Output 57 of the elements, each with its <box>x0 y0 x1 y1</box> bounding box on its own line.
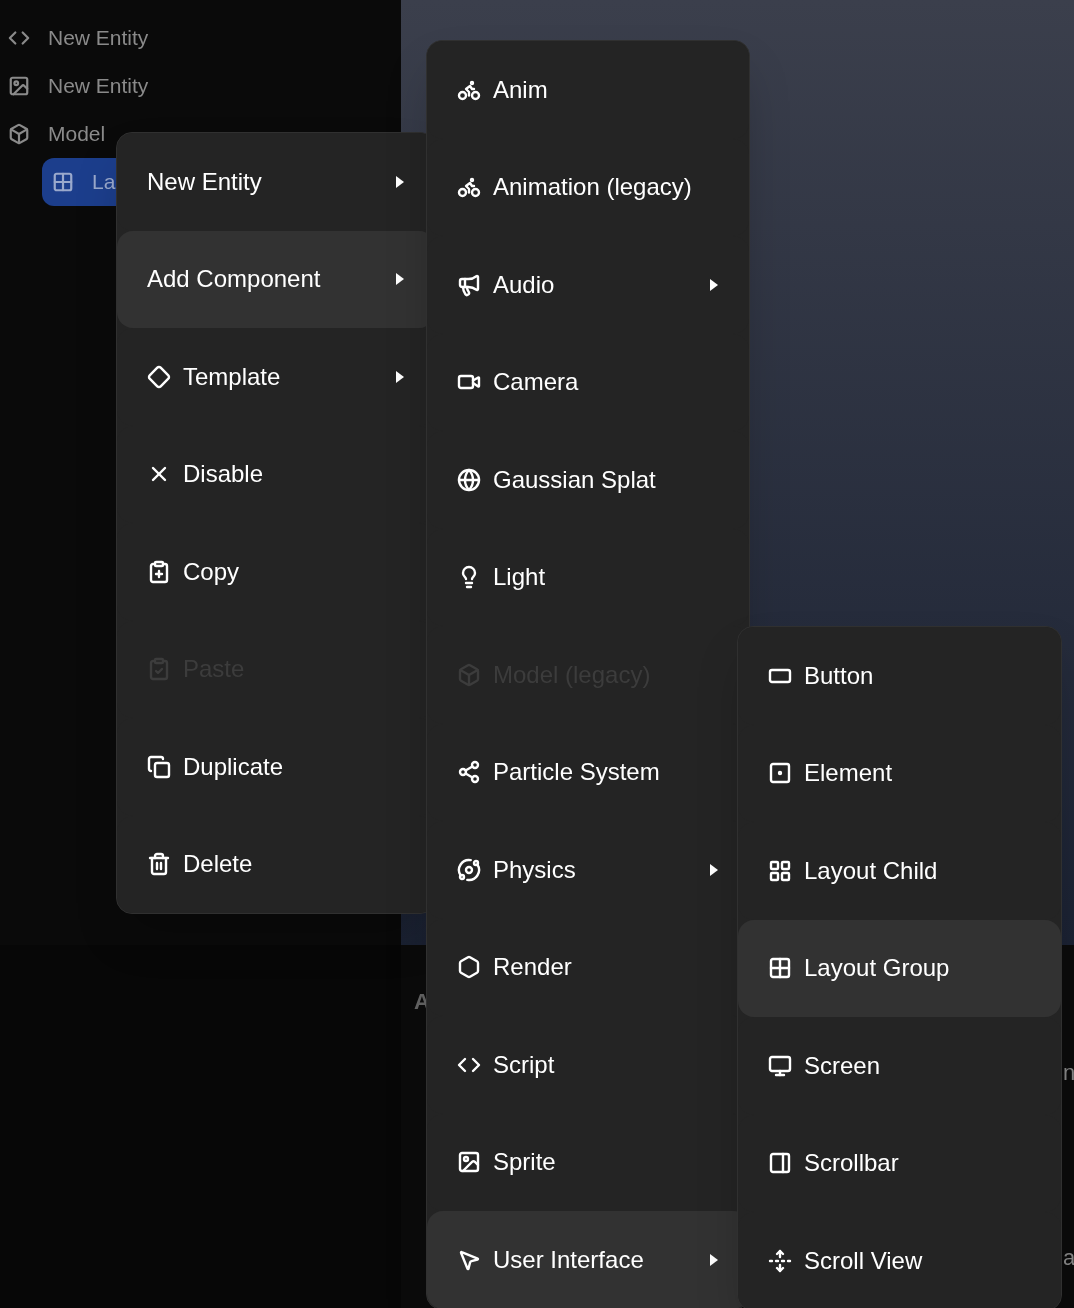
image-icon <box>8 75 30 97</box>
menu-item-label: Duplicate <box>183 751 285 782</box>
grid-icon <box>768 956 792 981</box>
orbit-icon <box>457 857 481 882</box>
particles-icon <box>457 760 481 785</box>
menu-item-label: Light <box>493 562 547 593</box>
grid-icon <box>52 171 74 193</box>
menu-item-label: Add Component <box>147 264 322 295</box>
menu-item-label: Physics <box>493 854 577 885</box>
caret-icon <box>709 277 719 292</box>
element-icon <box>768 761 792 786</box>
cube-icon <box>457 662 481 687</box>
tree-item[interactable]: New Entity <box>0 14 401 62</box>
menu-item-label: Audio <box>493 269 556 300</box>
menu-item-label: Delete <box>183 849 254 880</box>
menu-item-label: Disable <box>183 459 265 490</box>
menu-item-label: Particle System <box>493 757 661 788</box>
clipboard-check-icon <box>147 657 171 682</box>
scroll-view-icon <box>768 1248 792 1273</box>
duplicate-icon <box>147 754 171 779</box>
menu-item-label: Animation (legacy) <box>493 172 693 203</box>
menu-item-label: Scroll View <box>804 1245 924 1276</box>
caret-icon <box>395 369 405 384</box>
grid-icon <box>768 858 792 883</box>
trash-icon <box>147 852 171 877</box>
menu-item-label: Sprite <box>493 1147 557 1178</box>
menu-item-label: New Entity <box>147 166 263 197</box>
menu-item-label: Script <box>493 1049 556 1080</box>
caret-icon <box>395 272 405 287</box>
speaker-icon <box>457 272 481 297</box>
menu-item-label: Layout Group <box>804 953 951 984</box>
menu-item-label: User Interface <box>493 1244 645 1275</box>
menu-item-label: Screen <box>804 1050 882 1081</box>
panel-label: n <box>1063 1059 1074 1087</box>
globe-icon <box>457 467 481 492</box>
monitor-icon <box>768 1053 792 1078</box>
menu-item-label: Gaussian Splat <box>493 464 657 495</box>
menu-item[interactable]: Layout Group <box>738 919 1061 1017</box>
diamond-icon <box>147 364 171 389</box>
cube-icon <box>8 123 30 145</box>
menu-item-label: Anim <box>493 74 549 105</box>
menu-item-label: Scrollbar <box>804 1148 900 1179</box>
menu-item-label: Layout Child <box>804 855 939 886</box>
hexagon-icon <box>457 955 481 980</box>
caret-icon <box>395 174 405 189</box>
caret-icon <box>709 862 719 877</box>
menu-item-label: Element <box>804 758 894 789</box>
scrollbar-icon <box>768 1151 792 1176</box>
menu-item-label: Render <box>493 952 573 983</box>
image-icon <box>457 1150 481 1175</box>
menu-item-label: Button <box>804 660 875 691</box>
menu-item-label: Copy <box>183 556 241 587</box>
clipboard-plus-icon <box>147 559 171 584</box>
menu-item-label: Camera <box>493 367 580 398</box>
menu-item-label: Template <box>183 361 282 392</box>
caret-icon <box>709 1252 719 1267</box>
tree-item[interactable]: New Entity <box>0 62 401 110</box>
